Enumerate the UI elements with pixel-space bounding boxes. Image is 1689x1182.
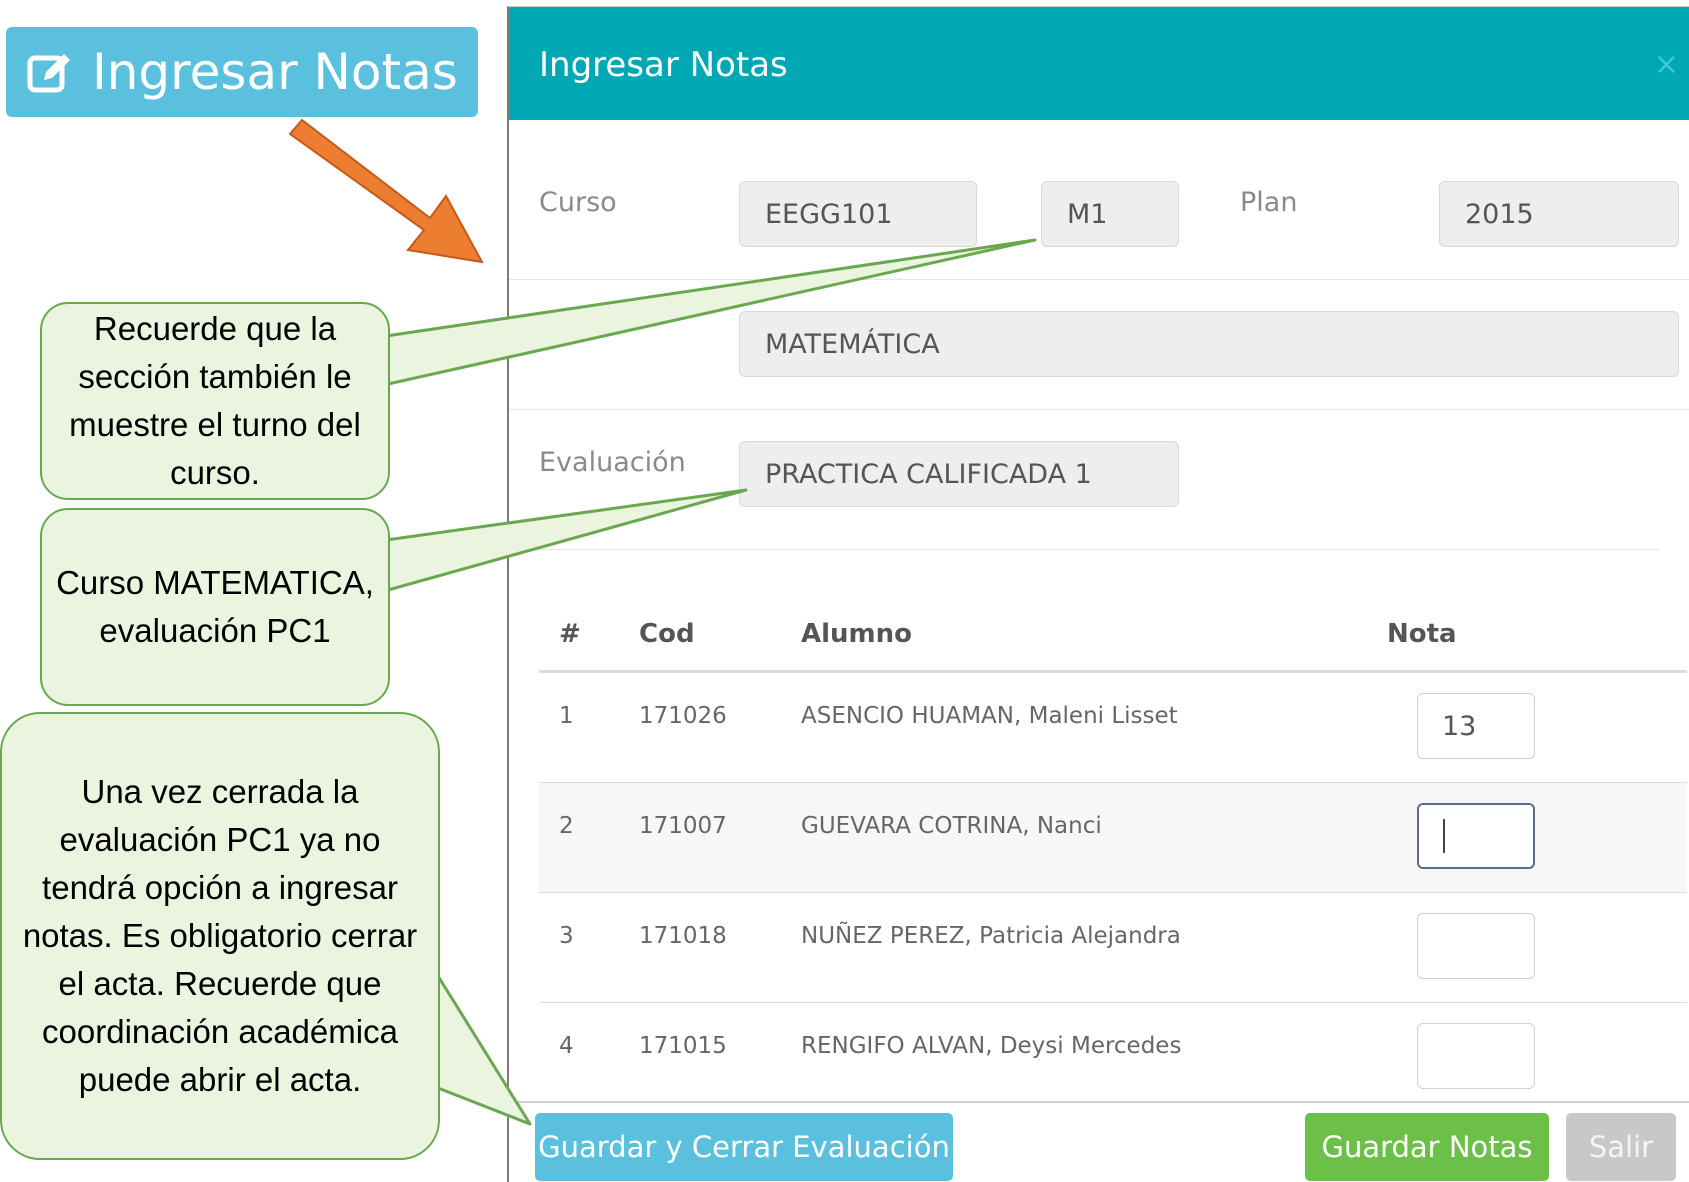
modal-header: Ingresar Notas ×	[509, 7, 1689, 120]
row-alumno: NUÑEZ PEREZ, Patricia Alejandra	[801, 923, 1181, 949]
row-alumno: GUEVARA COTRINA, Nanci	[801, 813, 1102, 839]
ingresar-notas-button[interactable]: Ingresar Notas	[6, 27, 478, 117]
col-header-nota: Nota	[1387, 619, 1457, 649]
callout-cerrar: Una vez cerrada la evaluación PC1 ya no …	[0, 712, 440, 1160]
nota-input[interactable]: 13	[1417, 693, 1535, 759]
row-cod: 171015	[639, 1033, 727, 1059]
nota-input[interactable]	[1417, 1023, 1535, 1089]
guardar-cerrar-evaluacion-button[interactable]: Guardar y Cerrar Evaluación	[535, 1113, 953, 1181]
nota-input-focused[interactable]	[1417, 803, 1535, 869]
row-cod: 171007	[639, 813, 727, 839]
divider	[539, 549, 1659, 550]
curso-label: Curso	[539, 187, 617, 218]
row-number: 1	[559, 703, 574, 729]
salir-button[interactable]: Salir	[1566, 1113, 1676, 1181]
ingresar-notas-modal: Ingresar Notas × Curso EEGG101 M1 Plan 2…	[507, 6, 1689, 1182]
curso-nombre-field: MATEMÁTICA	[739, 311, 1679, 377]
orange-arrow	[288, 118, 484, 264]
row-number: 3	[559, 923, 574, 949]
evaluacion-field: PRACTICA CALIFICADA 1	[739, 441, 1179, 507]
row-cod: 171018	[639, 923, 727, 949]
table-row: 4 171015 RENGIFO ALVAN, Deysi Mercedes	[539, 1003, 1687, 1113]
row-alumno: RENGIFO ALVAN, Deysi Mercedes	[801, 1033, 1182, 1059]
guardar-notas-button[interactable]: Guardar Notas	[1305, 1113, 1549, 1181]
callout-seccion: Recuerde que la sección también le muest…	[40, 302, 390, 500]
evaluacion-label: Evaluación	[539, 447, 686, 478]
row-number: 4	[559, 1033, 574, 1059]
modal-title: Ingresar Notas	[539, 45, 788, 85]
edit-icon	[27, 54, 70, 93]
col-header-number: #	[559, 619, 581, 649]
table-row: 3 171018 NUÑEZ PEREZ, Patricia Alejandra	[539, 893, 1687, 1003]
ingresar-notas-label: Ingresar Notas	[92, 43, 458, 101]
modal-footer-border	[509, 1101, 1689, 1103]
divider	[509, 409, 1689, 410]
col-header-cod: Cod	[639, 619, 695, 649]
col-header-alumno: Alumno	[801, 619, 913, 649]
row-cod: 171026	[639, 703, 727, 729]
row-number: 2	[559, 813, 574, 839]
nota-input[interactable]	[1417, 913, 1535, 979]
curso-code-field: EEGG101	[739, 181, 977, 247]
text-caret	[1443, 819, 1445, 853]
plan-label: Plan	[1240, 187, 1298, 218]
divider	[509, 279, 1689, 280]
row-alumno: ASENCIO HUAMAN, Maleni Lisset	[801, 703, 1178, 729]
plan-field: 2015	[1439, 181, 1679, 247]
table-row: 2 171007 GUEVARA COTRINA, Nanci	[539, 783, 1687, 893]
callout-curso: Curso MATEMATICA, evaluación PC1	[40, 508, 390, 706]
seccion-field: M1	[1041, 181, 1179, 247]
table-row: 1 171026 ASENCIO HUAMAN, Maleni Lisset 1…	[539, 673, 1687, 783]
close-icon[interactable]: ×	[1654, 47, 1679, 82]
